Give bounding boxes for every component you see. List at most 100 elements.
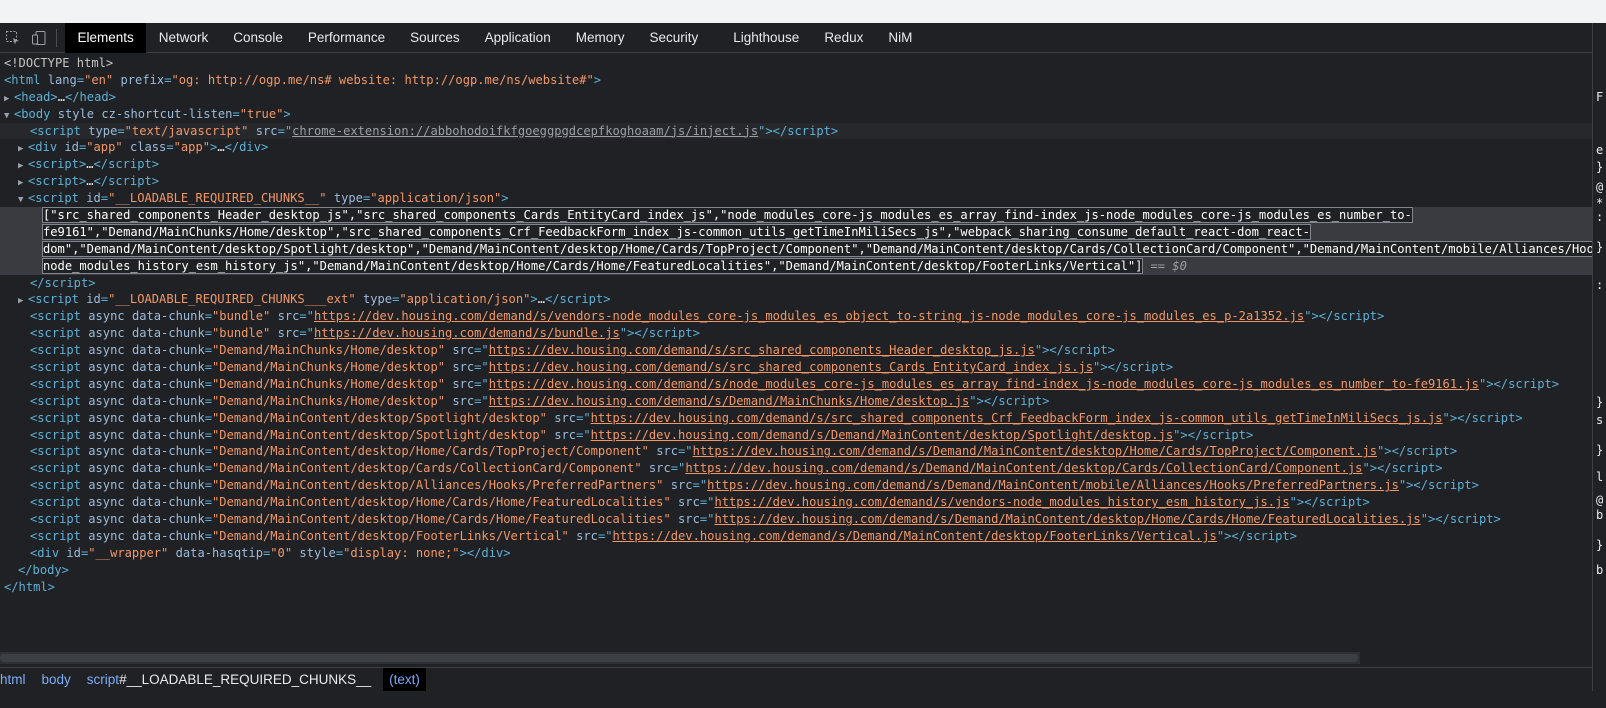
- selected-text-node[interactable]: fe9161","Demand/MainChunks/Home/desktop"…: [0, 223, 1592, 241]
- chunk-script-list: <script async data-chunk="bundle" src="h…: [0, 308, 1592, 544]
- side-panel-glyph: }: [1596, 160, 1604, 174]
- tab-sources[interactable]: Sources: [398, 23, 473, 53]
- attr-value: "__wrapper": [88, 545, 169, 560]
- tab-lighthouse[interactable]: Lighthouse: [721, 23, 812, 53]
- async-chunk-script-node[interactable]: <script async data-chunk="Demand/MainChu…: [0, 393, 1592, 410]
- doctype-line[interactable]: <!DOCTYPE html>: [0, 55, 1592, 72]
- script-src-link[interactable]: https://dev.housing.com/demand/s/vendors…: [714, 495, 1289, 509]
- tab-memory[interactable]: Memory: [563, 23, 637, 53]
- script-src-link[interactable]: https://dev.housing.com/demand/s/Demand/…: [489, 394, 970, 408]
- inject-script-node[interactable]: <script type="text/javascript" src="chro…: [0, 122, 1592, 140]
- tab-console[interactable]: Console: [221, 23, 296, 53]
- side-panel-glyph: e: [1596, 143, 1604, 157]
- tab-elements[interactable]: Elements: [65, 22, 147, 53]
- script-src-link[interactable]: https://dev.housing.com/demand/s/bundle.…: [314, 326, 620, 340]
- attr-value: "application/json": [399, 292, 531, 307]
- tab-redux[interactable]: Redux: [812, 23, 876, 53]
- tab-application[interactable]: Application: [472, 23, 563, 53]
- horizontal-scrollbar[interactable]: [0, 652, 1360, 664]
- html-close-tag[interactable]: </html>: [0, 579, 1592, 596]
- attr-value: "true": [239, 106, 284, 121]
- script-close-tag[interactable]: </script>: [0, 275, 1592, 292]
- script-src-link[interactable]: https://dev.housing.com/demand/s/vendors…: [314, 309, 1304, 323]
- chunk-name: "Demand/MainContent/desktop/Alliances/Ho…: [212, 478, 664, 493]
- attr-value: "text/javascript": [124, 123, 249, 138]
- tab-security[interactable]: Security: [637, 23, 711, 53]
- attr-value: "og: http://ogp.me/ns# website: http://o…: [171, 72, 594, 87]
- script-src-link[interactable]: https://dev.housing.com/demand/s/Demand/…: [714, 512, 1420, 526]
- wrapper-div-node[interactable]: <div id="__wrapper" data-hasqtip="0" sty…: [0, 545, 1592, 562]
- async-chunk-script-node[interactable]: <script async data-chunk="Demand/MainChu…: [0, 376, 1592, 393]
- async-chunk-script-node[interactable]: <script async data-chunk="bundle" src="h…: [0, 308, 1592, 325]
- attr-name: style: [57, 106, 95, 121]
- chunk-name: "Demand/MainChunks/Home/desktop": [212, 360, 446, 375]
- chunk-name: "Demand/MainContent/desktop/Home/Cards/T…: [212, 444, 649, 459]
- breadcrumb-html[interactable]: html: [0, 668, 34, 692]
- json-text: dom","Demand/MainContent/desktop/Spotlig…: [42, 240, 1592, 257]
- async-chunk-script-node[interactable]: <script async data-chunk="bundle" src="h…: [0, 325, 1592, 342]
- chunk-name: "bundle": [212, 326, 271, 341]
- attr-name: lang: [47, 72, 77, 87]
- side-panel-glyph: :: [1596, 278, 1604, 292]
- script-src-link[interactable]: https://dev.housing.com/demand/s/Demand/…: [613, 529, 1217, 543]
- device-toolbar-icon[interactable]: [26, 23, 52, 53]
- async-chunk-script-node[interactable]: <script async data-chunk="Demand/MainCon…: [0, 511, 1592, 528]
- chunk-name: "Demand/MainContent/desktop/Home/Cards/H…: [212, 512, 671, 527]
- breadcrumb-body[interactable]: body: [34, 668, 79, 692]
- async-chunk-script-node[interactable]: <script async data-chunk="Demand/MainCon…: [0, 410, 1592, 427]
- json-text: ["src_shared_components_Header_desktop_j…: [42, 207, 1413, 224]
- breadcrumb-script-id: #__LOADABLE_REQUIRED_CHUNKS__: [119, 671, 372, 687]
- bottom-bar: [0, 691, 1606, 708]
- async-chunk-script-node[interactable]: <script async data-chunk="Demand/MainCon…: [0, 443, 1592, 460]
- head-node[interactable]: ▶ <head>…</head>: [0, 89, 1592, 106]
- loadable-chunks-script-node[interactable]: ▼ <script id="__LOADABLE_REQUIRED_CHUNKS_…: [0, 190, 1592, 207]
- attr-value: "display: none;": [343, 545, 460, 560]
- script-node[interactable]: ▶ <script>…</script>: [0, 156, 1592, 173]
- side-panel-glyph: @: [1596, 180, 1604, 194]
- breadcrumb-script[interactable]: script#__LOADABLE_REQUIRED_CHUNKS__: [79, 668, 379, 692]
- chunk-name: "Demand/MainContent/desktop/Spotlight/de…: [212, 427, 547, 442]
- loadable-ext-script-node[interactable]: ▶ <script id="__LOADABLE_REQUIRED_CHUNKS_…: [0, 291, 1592, 308]
- side-panel-glyph: s: [1596, 413, 1604, 427]
- tag-name: </body>: [18, 562, 69, 577]
- script-src-link[interactable]: https://dev.housing.com/demand/s/Demand/…: [685, 461, 1362, 475]
- script-node[interactable]: ▶ <script>…</script>: [0, 173, 1592, 190]
- tag-name: </head>: [64, 89, 116, 104]
- async-chunk-script-node[interactable]: <script async data-chunk="Demand/MainCon…: [0, 460, 1592, 477]
- body-close-tag[interactable]: </body>: [0, 562, 1592, 579]
- async-chunk-script-node[interactable]: <script async data-chunk="Demand/MainCon…: [0, 477, 1592, 494]
- selected-text-node[interactable]: dom","Demand/MainContent/desktop/Spotlig…: [0, 240, 1592, 258]
- breadcrumb-text[interactable]: (text): [383, 667, 426, 692]
- script-src-link[interactable]: https://dev.housing.com/demand/s/node_mo…: [489, 377, 1479, 391]
- div-app-node[interactable]: ▶ <div id="app" class="app">…</div>: [0, 139, 1592, 156]
- selected-text-node[interactable]: node_modules_history_esm_history_js","De…: [0, 257, 1592, 275]
- script-src-link[interactable]: chrome-extension://abbohodoifkfgoeggpgdc…: [292, 124, 758, 138]
- script-src-link[interactable]: https://dev.housing.com/demand/s/Demand/…: [591, 428, 1173, 442]
- json-text: node_modules_history_esm_history_js","De…: [41, 257, 1144, 274]
- chunk-name: "Demand/MainContent/desktop/FooterLinks/…: [212, 528, 569, 543]
- async-chunk-script-node[interactable]: <script async data-chunk="Demand/MainCon…: [0, 494, 1592, 511]
- body-node[interactable]: ▼ <body style cz-shortcut-listen="true">: [0, 106, 1592, 123]
- selected-text-node[interactable]: ["src_shared_components_Header_desktop_j…: [0, 207, 1592, 224]
- tab-nim[interactable]: NiM: [876, 23, 925, 53]
- attr-name: prefix: [120, 72, 165, 87]
- tab-network[interactable]: Network: [146, 23, 221, 53]
- async-chunk-script-node[interactable]: <script async data-chunk="Demand/MainCon…: [0, 427, 1592, 444]
- html-node[interactable]: <html lang="en" prefix="og: http://ogp.m…: [0, 72, 1592, 89]
- tab-performance[interactable]: Performance: [295, 23, 397, 53]
- inspect-element-icon[interactable]: [0, 23, 26, 53]
- script-src-link[interactable]: https://dev.housing.com/demand/s/src_sha…: [489, 360, 1093, 374]
- async-chunk-script-node[interactable]: <script async data-chunk="Demand/MainCon…: [0, 528, 1592, 545]
- script-src-link[interactable]: https://dev.housing.com/demand/s/src_sha…: [591, 411, 1443, 425]
- side-panel-glyph: }: [1596, 395, 1604, 409]
- side-panel-glyph: @: [1596, 493, 1604, 507]
- async-chunk-script-node[interactable]: <script async data-chunk="Demand/MainChu…: [0, 342, 1592, 359]
- scrollbar-thumb[interactable]: [0, 654, 1358, 662]
- breadcrumb-script-tag: script: [86, 671, 120, 687]
- script-src-link[interactable]: https://dev.housing.com/demand/s/Demand/…: [693, 444, 1377, 458]
- toolbar-divider: [56, 28, 57, 47]
- script-src-link[interactable]: https://dev.housing.com/demand/s/src_sha…: [489, 343, 1035, 357]
- chunk-name: "Demand/MainContent/desktop/Home/Cards/H…: [212, 495, 671, 510]
- async-chunk-script-node[interactable]: <script async data-chunk="Demand/MainChu…: [0, 359, 1592, 376]
- script-src-link[interactable]: https://dev.housing.com/demand/s/Demand/…: [707, 478, 1399, 492]
